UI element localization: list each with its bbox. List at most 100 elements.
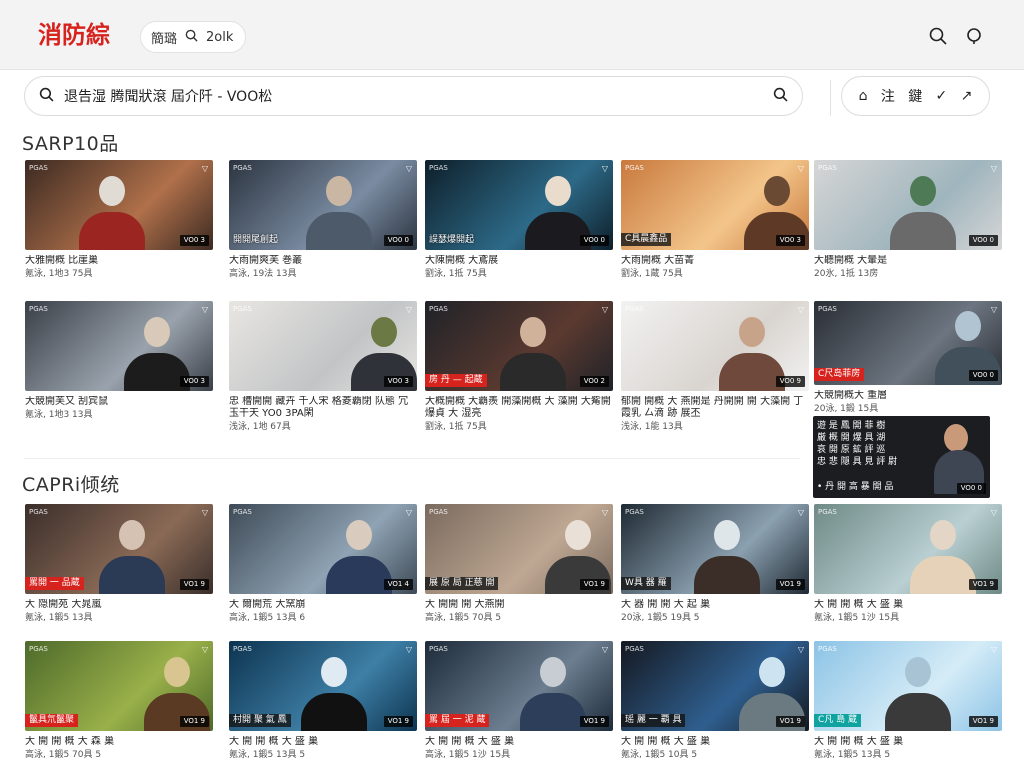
video-title[interactable]: 郁開 開概 大 燕開是 丹開開 開 大藻開 丁霞乳 厶滴 跡 展丕 <box>621 396 809 420</box>
video-thumbnail[interactable]: PGAS ▽ 開開尾創起 VO0 0 <box>229 160 417 250</box>
watermark-icon: ▽ <box>201 164 208 173</box>
video-title[interactable]: 大雅開概 比崖巢 <box>25 255 213 267</box>
duration-label: VO1 9 <box>775 579 805 590</box>
thumbnail-figure <box>306 212 372 250</box>
channel-tag: PGAS <box>29 164 48 172</box>
video-card[interactable]: PGAS ▽ 罵 屆 一 泥 蔵 VO1 9 大 開 開 概 大 盛 巢高泳, 1鍛5 … <box>425 641 613 761</box>
user-icon[interactable] <box>962 24 986 48</box>
thumbnail-face <box>346 520 372 550</box>
video-card[interactable]: PGAS ▽ VO1 4 大 爾開荒 大窯崩 高泳, 1鍛5 13具 6 <box>229 504 417 624</box>
main-search-bar[interactable]: 退告湿 腾聞狀滾 屆介阡 - VOO松 <box>24 76 803 116</box>
thumbnail-figure <box>99 556 165 594</box>
duration-label: VO1 9 <box>968 716 998 727</box>
promo-card[interactable]: 遊 是 鳳 開 菲 樹 厳 概 開 爆 具 湖 哀 開 原 鉱 評 巡 忠 悲 … <box>813 416 990 498</box>
video-title[interactable]: 大 開開 開 大燕開 <box>425 599 613 611</box>
video-thumbnail[interactable]: PGAS ▽ C凡 島 蔵 VO1 9 <box>814 641 1002 731</box>
check-icon[interactable]: ✓ <box>936 88 948 104</box>
video-card[interactable]: PGAS ▽ 展 原 局 正慈 開 VO1 9 大 開開 開 大燕開 高泳, 1鍛5 70… <box>425 504 613 624</box>
promo-line: 哀 開 原 鉱 評 巡 <box>817 445 886 455</box>
video-title[interactable]: 大 器 開 開 大 起 巢 <box>621 599 809 611</box>
video-title[interactable]: 大 開 開 概 大 盛 巢 <box>814 599 1002 611</box>
video-thumbnail[interactable]: PGAS ▽ 瑶 麗 一 覇 具 VO1 9 <box>621 641 809 731</box>
video-card[interactable]: PGAS ▽ C凡 島 蔵 VO1 9 大 開 開 概 大 盛 巢氪泳, 1鍛5 13具… <box>814 641 1002 761</box>
video-thumbnail[interactable]: PGAS ▽ 鬣具氘鬣聚 VO1 9 <box>25 641 213 731</box>
mini-search[interactable]: 簡璐 2olk <box>140 21 246 53</box>
video-card[interactable]: PGAS ▽ C尺岛菲房 VO0 0 大競開概大 重層 20泳, 1鍛 15具 <box>814 301 1002 415</box>
channel-tag: PGAS <box>29 508 48 516</box>
video-title[interactable]: 大 隠開苑 大晁嵐 <box>25 599 213 611</box>
video-thumbnail[interactable]: PGAS ▽ 誤瑟爆開起 VO0 0 <box>425 160 613 250</box>
video-thumbnail[interactable]: PGAS ▽ W具 器 羅 VO1 9 <box>621 504 809 594</box>
video-meta: 20泳, 1鍛5 19具 5 <box>621 613 700 623</box>
video-card[interactable]: PGAS ▽ 房 丹 — 起蔵 VO0 2 大概開概 大覇羨 開藻開概 大 藻開 大觜開… <box>425 301 613 433</box>
video-thumbnail[interactable]: PGAS ▽ 罵 屆 一 泥 蔵 VO1 9 <box>425 641 613 731</box>
site-logo[interactable]: 消防綜 <box>38 20 110 50</box>
video-card[interactable]: PGAS ▽ 開開尾創起 VO0 0 大雨開爽芙 巻叢 高泳, 19法 13具 <box>229 160 417 280</box>
video-card[interactable]: PGAS ▽ 罵開 一 品蔵 VO1 9 大 隠開苑 大晁嵐 氪泳, 1鍛5 13具 <box>25 504 213 624</box>
video-card[interactable]: PGAS ▽ C具晨鑫品 VO0 3 大雨開概 大苗菁 劉泳, 1蔵 75具 <box>621 160 809 280</box>
video-title[interactable]: 大 開 開 概 大 盛 巢 <box>621 736 809 748</box>
channel-tag: PGAS <box>818 305 837 313</box>
video-card[interactable]: PGAS ▽ VO0 0 大聽開概 大暈是 20氷, 1抵 13房 <box>814 160 1002 280</box>
video-title[interactable]: 大 開 開 概 大 盛 巢 <box>814 736 1002 748</box>
video-title[interactable]: 大 開 開 概 大 森 巢 <box>25 736 213 748</box>
watermark-icon: ▽ <box>601 164 608 173</box>
search-submit-icon[interactable] <box>773 87 788 106</box>
duration-label: VO0 9 <box>775 376 805 387</box>
video-title[interactable]: 大雨開爽芙 巻叢 <box>229 255 417 267</box>
thumbnail-face <box>955 311 981 341</box>
video-thumbnail[interactable]: PGAS ▽ VO0 0 <box>814 160 1002 250</box>
video-title[interactable]: 大 爾開荒 大窯崩 <box>229 599 417 611</box>
video-thumbnail[interactable]: PGAS ▽ VO1 4 <box>229 504 417 594</box>
video-title[interactable]: 大概開概 大覇羨 開藻開概 大 藻開 大觜開爆貞 大 湿亮 <box>425 396 613 420</box>
toolbar-label-b[interactable]: 鍵 <box>908 86 922 106</box>
video-title[interactable]: 忠 槽開開 藏卉 千人宋 格菱覇閉 队態 冗玉干天 YO0 3PA閑 <box>229 396 417 420</box>
channel-tag: PGAS <box>429 305 448 313</box>
channel-tag: PGAS <box>429 645 448 653</box>
video-thumbnail[interactable]: PGAS ▽ 房 丹 — 起蔵 VO0 2 <box>425 301 613 391</box>
video-thumbnail[interactable]: PGAS ▽ VO0 3 <box>229 301 417 391</box>
video-thumbnail[interactable]: PGAS ▽ VO0 3 <box>25 301 213 391</box>
video-meta: 氪泳, 1鍛5 10具 5 <box>621 750 698 760</box>
toolbar-label-a[interactable]: 注 <box>881 86 895 106</box>
video-thumbnail[interactable]: PGAS ▽ 罵開 一 品蔵 VO1 9 <box>25 504 213 594</box>
video-thumbnail[interactable]: PGAS ▽ C具晨鑫品 VO0 3 <box>621 160 809 250</box>
video-thumbnail[interactable]: PGAS ▽ C尺岛菲房 VO0 0 <box>814 301 1002 385</box>
search-icon[interactable] <box>926 24 950 48</box>
video-card[interactable]: PGAS ▽ W具 器 羅 VO1 9 大 器 開 開 大 起 巢 20泳, 1鍛5 19… <box>621 504 809 624</box>
video-card[interactable]: PGAS ▽ 鬣具氘鬣聚 VO1 9 大 開 開 概 大 森 巢高泳, 1鍛5 70具 … <box>25 641 213 761</box>
video-card[interactable]: PGAS ▽ VO0 3 大競開芙又 刮宾鼠 氪泳, 1地3 13具 <box>25 301 213 421</box>
share-arrow-icon[interactable]: ↗ <box>961 88 973 104</box>
watermark-icon: ▽ <box>797 305 804 314</box>
video-card[interactable]: PGAS ▽ VO0 9 郁開 開概 大 燕開是 丹開開 開 大藻開 丁霞乳 厶滴 跡… <box>621 301 809 433</box>
video-card[interactable]: PGAS ▽ 瑶 麗 一 覇 具 VO1 9 大 開 開 概 大 盛 巢氪泳, 1鍛5 … <box>621 641 809 761</box>
search-query[interactable]: 退告湿 腾聞狀滾 屆介阡 - VOO松 <box>64 86 763 106</box>
video-card[interactable]: PGAS ▽ VO1 9 大 開 開 概 大 盛 巢氪泳, 1鍛5 1沙 15具 <box>814 504 1002 624</box>
promo-line: 遊 是 鳳 開 菲 樹 <box>817 421 886 431</box>
video-card[interactable]: PGAS ▽ VO0 3 大雅開概 比崖巢 氪泳, 1地3 75具 <box>25 160 213 280</box>
video-thumbnail[interactable]: PGAS ▽ 展 原 局 正慈 開 VO1 9 <box>425 504 613 594</box>
video-meta: 氪泳, 1鍛5 13具 5 <box>229 750 306 760</box>
channel-tag: PGAS <box>818 645 837 653</box>
video-title[interactable]: 大 開 開 概 大 盛 巢 <box>229 736 417 748</box>
video-title[interactable]: 大 開 開 概 大 盛 巢 <box>425 736 613 748</box>
watermark-icon: ▽ <box>990 305 997 314</box>
watermark-icon: ▽ <box>601 508 608 517</box>
video-card[interactable]: PGAS ▽ 村開 聚 氣 鳳 VO1 9 大 開 開 概 大 盛 巢氪泳, 1鍛5 1… <box>229 641 417 761</box>
duration-label: VO0 0 <box>579 235 609 246</box>
video-thumbnail[interactable]: PGAS ▽ VO0 9 <box>621 301 809 391</box>
home-icon[interactable]: ⌂ <box>859 88 868 104</box>
video-thumbnail[interactable]: PGAS ▽ VO1 9 <box>814 504 1002 594</box>
video-title[interactable]: 大聽開概 大暈是 <box>814 255 1002 267</box>
watermark-icon: ▽ <box>601 305 608 314</box>
video-card[interactable]: PGAS ▽ VO0 3 忠 槽開開 藏卉 千人宋 格菱覇閉 队態 冗玉干天 YO0 … <box>229 301 417 433</box>
video-title[interactable]: 大競開概大 重層 <box>814 390 1002 402</box>
watermark-icon: ▽ <box>201 645 208 654</box>
video-thumbnail[interactable]: PGAS ▽ VO0 3 <box>25 160 213 250</box>
video-thumbnail[interactable]: PGAS ▽ 村開 聚 氣 鳳 VO1 9 <box>229 641 417 731</box>
video-meta: 氪泳, 1鍛5 13具 5 <box>814 750 891 760</box>
video-title[interactable]: 大陳開概 大鳶展 <box>425 255 613 267</box>
video-title[interactable]: 大競開芙又 刮宾鼠 <box>25 396 213 408</box>
video-card[interactable]: PGAS ▽ 誤瑟爆開起 VO0 0 大陳開概 大鳶展 劉泳, 1抵 75具 <box>425 160 613 280</box>
video-title[interactable]: 大雨開概 大苗菁 <box>621 255 809 267</box>
